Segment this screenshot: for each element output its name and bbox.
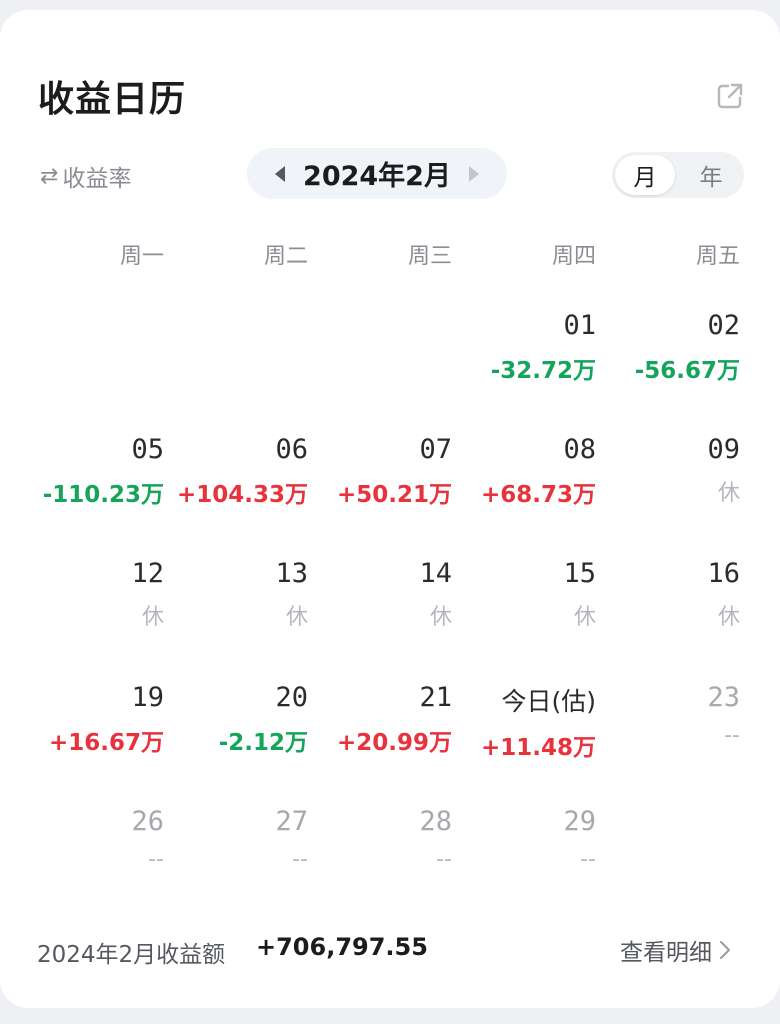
calendar-day-value: +20.99万 <box>336 730 452 756</box>
calendar-day-cell[interactable]: 12 休 <box>24 558 164 631</box>
calendar-day-cell[interactable]: 27 -- <box>168 806 308 872</box>
calendar-day-value: 休 <box>285 605 308 630</box>
calendar-day-value: +16.67万 <box>48 730 164 756</box>
chevron-right-icon <box>720 941 730 959</box>
calendar-day-cell[interactable]: 29 -- <box>456 806 596 872</box>
calendar-day-cell[interactable]: 16 休 <box>600 558 740 631</box>
calendar-day-cell[interactable]: 01 -32.72万 <box>456 310 596 385</box>
calendar-day-number: 今日(估) <box>501 687 596 716</box>
calendar-day-value: -- <box>436 847 452 872</box>
calendar-day-cell[interactable]: 今日(估) +11.48万 <box>456 682 596 762</box>
calendar-day-value: 休 <box>573 605 596 630</box>
calendar-day-cell[interactable]: 06 +104.33万 <box>168 434 308 509</box>
calendar-day-cell[interactable]: 21 +20.99万 <box>312 682 452 757</box>
calendar-day-number: 07 <box>419 434 452 465</box>
calendar-day-cell[interactable]: 05 -110.23万 <box>24 434 164 509</box>
calendar-day-cell[interactable]: 14 休 <box>312 558 452 631</box>
weekday-label: 周四 <box>551 244 596 269</box>
calendar-day-value: -- <box>148 847 164 872</box>
segment-month[interactable]: 月 <box>615 155 675 195</box>
calendar-day-value: 休 <box>717 605 740 630</box>
calendar-day-number: 15 <box>563 558 596 589</box>
calendar-day-value: +104.33万 <box>176 482 308 508</box>
calendar-day-value: 休 <box>717 481 740 506</box>
weekday-label: 周三 <box>407 244 452 269</box>
external-link-icon[interactable] <box>714 80 746 112</box>
calendar-day-cell[interactable]: 26 -- <box>24 806 164 872</box>
calendar-day-number: 09 <box>707 434 740 465</box>
calendar-day-cell[interactable]: 20 -2.12万 <box>168 682 308 757</box>
rate-toggle-label: 收益率 <box>62 166 132 192</box>
earnings-calendar-card: 收益日历 ⇄ 收益率 2024年2月 月 年 周一 周二 周三 周四 周五 01 -32.… <box>0 10 780 1008</box>
calendar-day-cell[interactable]: 09 休 <box>600 434 740 507</box>
calendar-day-value: -2.12万 <box>218 730 308 756</box>
swap-icon: ⇄ <box>40 163 59 189</box>
weekday-label: 周五 <box>695 244 740 269</box>
calendar-day-value: -- <box>580 847 596 872</box>
calendar-day-cell[interactable]: 23 -- <box>600 682 740 748</box>
calendar-day-cell[interactable]: 07 +50.21万 <box>312 434 452 509</box>
calendar-day-number: 13 <box>275 558 308 589</box>
calendar-day-number: 19 <box>131 682 164 713</box>
calendar-day-number: 08 <box>563 434 596 465</box>
calendar-day-number: 16 <box>707 558 740 589</box>
calendar-day-number: 14 <box>419 558 452 589</box>
period-segmented-control: 月 年 <box>612 152 744 198</box>
calendar-day-cell[interactable]: 08 +68.73万 <box>456 434 596 509</box>
month-navigator: 2024年2月 <box>247 148 507 199</box>
calendar-day-number: 29 <box>563 806 596 837</box>
segment-year[interactable]: 年 <box>681 155 741 195</box>
page-title: 收益日历 <box>38 79 187 120</box>
calendar-day-value: +50.21万 <box>336 482 452 508</box>
calendar-day-cell[interactable]: 15 休 <box>456 558 596 631</box>
calendar-day-value: -56.67万 <box>634 358 740 384</box>
calendar-day-number: 02 <box>707 310 740 341</box>
calendar-day-number: 20 <box>275 682 308 713</box>
calendar-day-cell[interactable]: 19 +16.67万 <box>24 682 164 757</box>
calendar-day-number: 28 <box>419 806 452 837</box>
monthly-earnings-total: +706,797.55 <box>256 933 428 961</box>
calendar-day-number: 06 <box>275 434 308 465</box>
calendar-day-value: 休 <box>141 605 164 630</box>
calendar-day-cell[interactable]: 28 -- <box>312 806 452 872</box>
calendar-day-value: +11.48万 <box>480 735 596 761</box>
weekday-label: 周一 <box>119 244 164 269</box>
calendar-day-number: 23 <box>707 682 740 713</box>
calendar-day-number: 27 <box>275 806 308 837</box>
calendar-day-number: 26 <box>131 806 164 837</box>
calendar-day-value: -110.23万 <box>42 482 164 508</box>
calendar-day-cell[interactable]: 02 -56.67万 <box>600 310 740 385</box>
calendar-day-value: -- <box>292 847 308 872</box>
calendar-day-number: 21 <box>419 682 452 713</box>
current-month-label: 2024年2月 <box>303 161 451 192</box>
calendar-day-value: 休 <box>429 605 452 630</box>
next-month-icon[interactable] <box>467 163 481 185</box>
weekday-label: 周二 <box>263 244 308 269</box>
monthly-earnings-label: 2024年2月收益额 <box>37 942 226 968</box>
view-details-link[interactable]: 查看明细 <box>620 933 730 967</box>
prev-month-icon[interactable] <box>273 163 287 185</box>
calendar-day-number: 01 <box>563 310 596 341</box>
calendar-day-number: 12 <box>131 558 164 589</box>
calendar-day-cell[interactable]: 13 休 <box>168 558 308 631</box>
view-details-label: 查看明细 <box>620 940 712 966</box>
rate-toggle-button[interactable]: ⇄ 收益率 <box>40 158 131 194</box>
calendar-day-value: -- <box>724 723 740 748</box>
calendar-day-number: 05 <box>131 434 164 465</box>
calendar-day-value: +68.73万 <box>480 482 596 508</box>
calendar-day-value: -32.72万 <box>490 358 596 384</box>
